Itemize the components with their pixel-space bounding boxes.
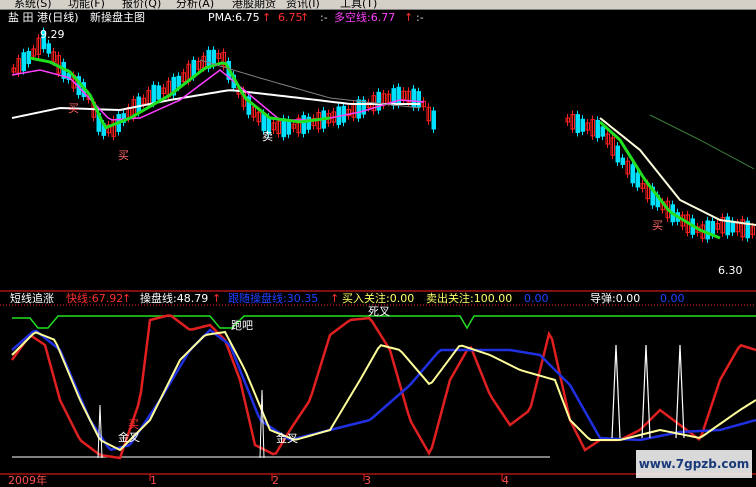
xaxis-tick-label: 1 (150, 474, 157, 487)
xaxis-tick-label: 3 (364, 474, 371, 487)
zero-value: 0.00 (660, 292, 685, 305)
xaxis-tick-label: 4 (502, 474, 509, 487)
daotan-value: 导弹:0.00 (590, 292, 641, 305)
death-cross-label: 死叉 (368, 305, 390, 318)
candle-body (46, 43, 51, 54)
fast-line-value: 快线:67.92 (66, 292, 124, 305)
candle-body (595, 119, 600, 139)
candle-body (710, 220, 715, 236)
moving-average-group (11, 56, 756, 240)
candlestick-group (11, 27, 755, 243)
gold-cross-label: 金叉 (118, 431, 140, 444)
cp-line-value: 操盘线:48.79 (140, 292, 209, 305)
candle-body (615, 145, 620, 163)
candle-body (396, 86, 401, 105)
candle-body (151, 84, 156, 104)
cp-line-arrow: ↑ (212, 292, 222, 305)
candle-body (21, 52, 26, 72)
buy-signal-label: 买 (128, 418, 139, 431)
buy-marker: 买 (68, 102, 79, 115)
follow-line-arrow: ↑ (330, 292, 340, 305)
candle-body (26, 50, 31, 65)
candle-body (580, 118, 585, 132)
buy-marker: 买 (118, 149, 129, 162)
xaxis-ticks (149, 474, 503, 481)
xaxis-year-label: 2009年 (8, 474, 47, 487)
candle-body (136, 96, 141, 113)
ma-darkgreen-line (649, 114, 755, 170)
indicator-name[interactable]: 短线追涨 (10, 292, 54, 305)
fast-line-arrow: ↑ (122, 292, 132, 305)
stock-chart-window: 系统(S) 功能(F) 报价(Q) 分析(A) 港股期货 资讯(I) 工具(T)… (0, 0, 756, 487)
candle-body (301, 115, 306, 134)
candle-body (306, 116, 311, 130)
last-value: 0.00 (524, 292, 549, 305)
xaxis-tick-label: 2 (272, 474, 279, 487)
candle-body (356, 99, 361, 119)
missile-spike (97, 404, 103, 459)
candle-body (620, 157, 625, 165)
candle-body (725, 216, 730, 236)
buy-watch-value: 买入关注:0.00 (342, 292, 415, 305)
candle-body (156, 85, 161, 100)
follow-line-value: 跟随操盘线:30.35 (228, 292, 319, 305)
candle-body (211, 49, 216, 66)
candle-body (600, 126, 605, 137)
sell-watch-value: 卖出关注:100.00 (426, 292, 513, 305)
candle-body (431, 110, 436, 130)
candle-body (575, 114, 580, 134)
candle-body (261, 112, 266, 132)
high-price-label: 9.29 (40, 28, 65, 41)
chart-canvas[interactable] (0, 0, 756, 487)
run-signal-label: 跑吧 (231, 319, 253, 332)
buy-marker: 买 (652, 219, 663, 232)
candle-body (705, 220, 710, 240)
candle-body (630, 164, 635, 184)
gold-cross-label: 金叉 (276, 432, 298, 445)
candle-body (635, 172, 640, 188)
ma-green-line (29, 56, 331, 130)
missile-spike (611, 344, 621, 439)
sell-marker: 卖 (262, 130, 273, 143)
watermark: www.7gpzb.com (636, 450, 752, 478)
low-price-label: 6.30 (718, 264, 743, 277)
